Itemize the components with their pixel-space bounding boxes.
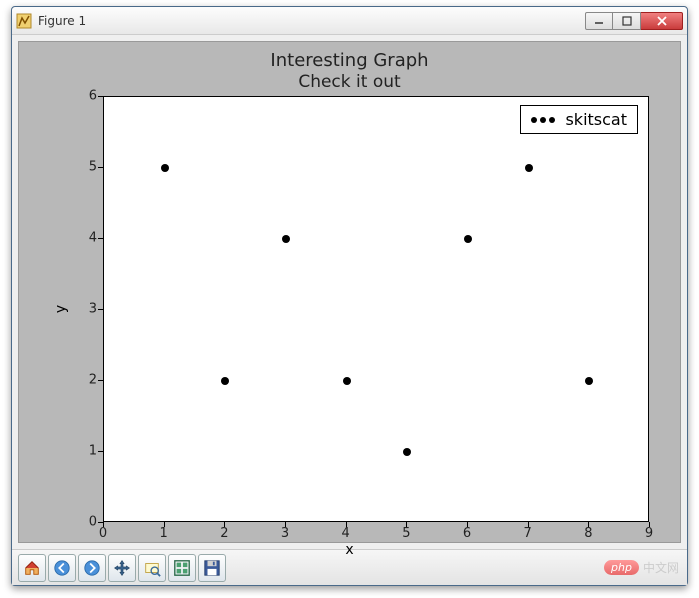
arrow-right-icon <box>83 559 101 577</box>
subplots-icon <box>173 559 191 577</box>
data-point <box>161 164 169 172</box>
x-tick-mark <box>528 522 529 527</box>
chart-title: Interesting Graph <box>19 50 680 71</box>
y-tick-label: 4 <box>83 231 97 246</box>
y-tick-mark <box>98 96 103 97</box>
y-tick-mark <box>98 238 103 239</box>
app-icon <box>16 13 32 29</box>
x-tick-label: 6 <box>463 526 471 541</box>
figure-canvas: Interesting Graph Check it out y x skits… <box>18 41 681 543</box>
y-tick-label: 5 <box>83 160 97 175</box>
x-tick-label: 4 <box>342 526 350 541</box>
plot-area[interactable]: skitscat <box>103 96 649 522</box>
x-tick-label: 5 <box>402 526 410 541</box>
maximize-button[interactable] <box>613 12 641 30</box>
x-tick-label: 1 <box>160 526 168 541</box>
window-title: Figure 1 <box>38 14 585 28</box>
x-tick-mark <box>467 522 468 527</box>
minimize-icon <box>594 16 604 26</box>
x-tick-label: 7 <box>524 526 532 541</box>
y-axis-label: y <box>57 96 65 522</box>
y-tick-label: 3 <box>83 302 97 317</box>
x-tick-mark <box>346 522 347 527</box>
data-point <box>585 377 593 385</box>
legend[interactable]: skitscat <box>520 105 638 134</box>
figure-window: Figure 1 Interesting Graph Check it out … <box>11 6 688 586</box>
arrow-left-icon <box>53 559 71 577</box>
x-tick-mark <box>649 522 650 527</box>
y-tick-label: 0 <box>83 515 97 530</box>
home-icon <box>23 559 41 577</box>
x-tick-mark <box>406 522 407 527</box>
y-tick-mark <box>98 380 103 381</box>
data-point <box>343 377 351 385</box>
data-point <box>525 164 533 172</box>
x-axis-label: x <box>19 542 680 558</box>
close-button[interactable] <box>641 12 683 30</box>
save-icon <box>203 559 221 577</box>
y-tick-label: 2 <box>83 373 97 388</box>
y-tick-label: 1 <box>83 444 97 459</box>
move-icon <box>113 559 131 577</box>
x-tick-mark <box>103 522 104 527</box>
legend-marker-icon <box>531 117 555 123</box>
zoom-rect-icon <box>143 559 161 577</box>
x-tick-mark <box>588 522 589 527</box>
titlebar[interactable]: Figure 1 <box>12 7 687 35</box>
y-tick-mark <box>98 451 103 452</box>
y-tick-mark <box>98 309 103 310</box>
y-tick-label: 6 <box>83 89 97 104</box>
y-tick-mark <box>98 167 103 168</box>
data-point <box>282 235 290 243</box>
legend-label: skitscat <box>565 110 627 129</box>
x-tick-label: 8 <box>584 526 592 541</box>
data-point <box>221 377 229 385</box>
x-tick-mark <box>285 522 286 527</box>
x-tick-mark <box>224 522 225 527</box>
x-tick-label: 0 <box>99 526 107 541</box>
y-tick-mark <box>98 522 103 523</box>
maximize-icon <box>622 16 632 26</box>
x-tick-mark <box>164 522 165 527</box>
data-point <box>464 235 472 243</box>
x-tick-label: 3 <box>281 526 289 541</box>
data-point <box>403 448 411 456</box>
window-buttons <box>585 12 683 30</box>
x-tick-label: 9 <box>645 526 653 541</box>
chart-subtitle: Check it out <box>19 72 680 92</box>
x-tick-label: 2 <box>220 526 228 541</box>
minimize-button[interactable] <box>585 12 613 30</box>
close-icon <box>656 15 668 27</box>
